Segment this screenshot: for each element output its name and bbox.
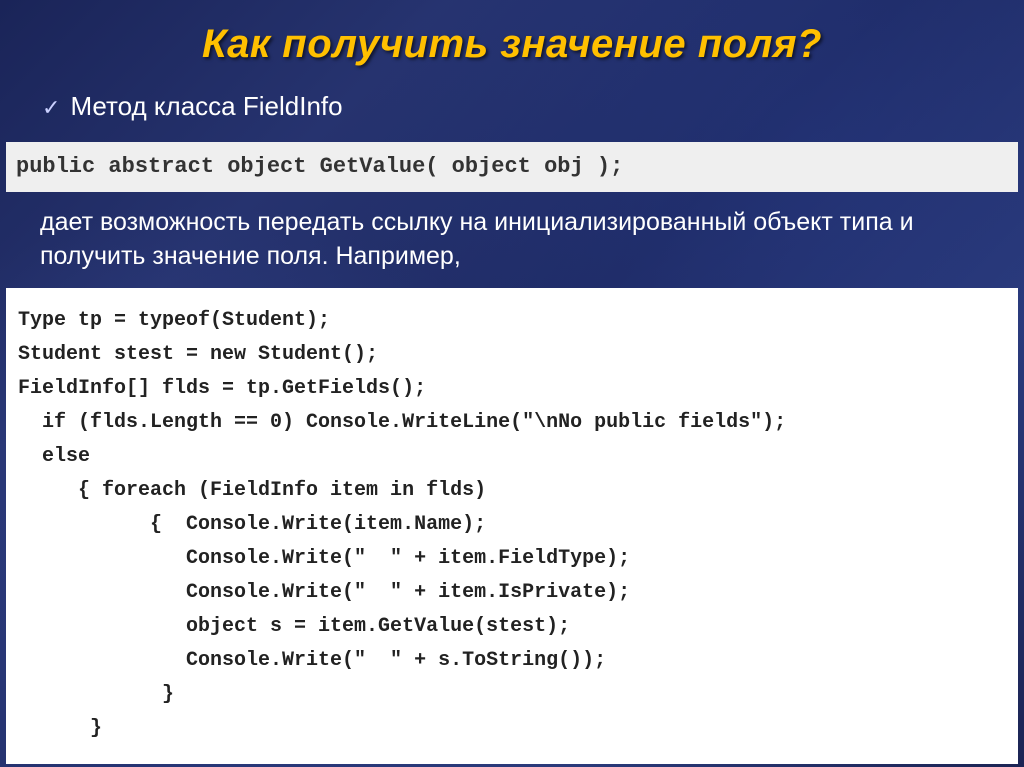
- slide: Как получить значение поля? ✓ Метод клас…: [0, 0, 1024, 767]
- description-text: дает возможность передать ссылку на иниц…: [40, 206, 984, 274]
- method-signature-code: public abstract object GetValue( object …: [6, 142, 1018, 192]
- example-code-block: Type tp = typeof(Student); Student stest…: [6, 288, 1018, 764]
- slide-title: Как получить значение поля?: [0, 0, 1024, 85]
- checkmark-icon: ✓: [42, 97, 60, 119]
- bullet-line: ✓ Метод класса FieldInfo: [42, 91, 1024, 122]
- bullet-text: Метод класса FieldInfo: [70, 91, 342, 122]
